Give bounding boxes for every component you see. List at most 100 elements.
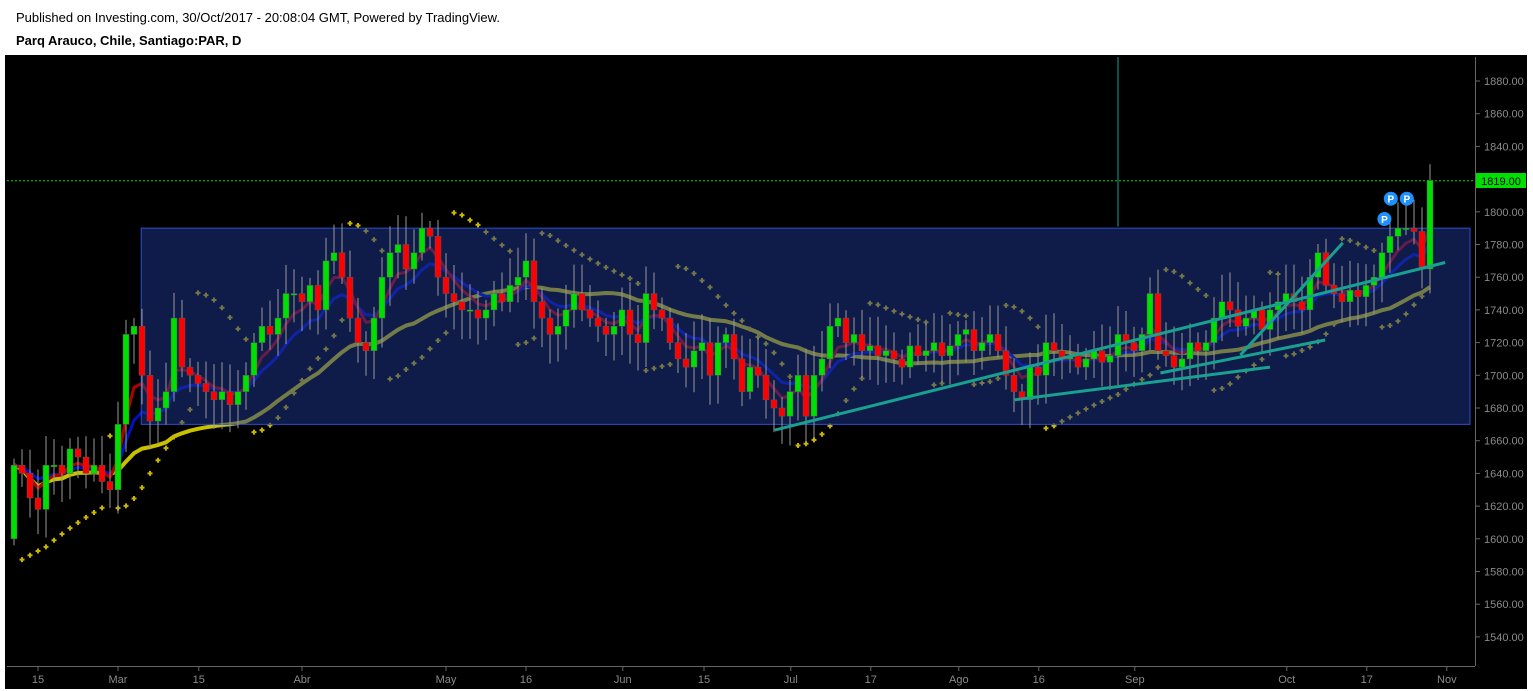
x-tick-label: 16 xyxy=(1033,674,1045,686)
candle-body xyxy=(1362,285,1370,298)
candle-body xyxy=(786,391,794,417)
candle-body xyxy=(466,309,474,312)
candle-body xyxy=(106,481,114,491)
candle-body xyxy=(58,464,66,474)
x-tick-label: Oct xyxy=(1278,674,1295,686)
x-tick-label: Ago xyxy=(949,674,969,686)
candle-body xyxy=(1186,342,1194,360)
candle-body xyxy=(1042,342,1050,376)
candle-body xyxy=(730,334,738,360)
candle-body xyxy=(1026,366,1034,401)
candle-body xyxy=(1130,342,1138,352)
candle-body xyxy=(714,342,722,376)
candle-body xyxy=(914,345,922,356)
candle-body xyxy=(562,309,570,327)
x-tick-label: 16 xyxy=(520,674,532,686)
candle-body xyxy=(202,383,210,392)
pattern-marker: P xyxy=(1399,191,1414,206)
candle-body xyxy=(34,497,42,510)
candle-body xyxy=(434,236,442,278)
candle-body xyxy=(1202,342,1210,352)
candle-body xyxy=(1242,317,1250,327)
candle-body xyxy=(1338,293,1346,302)
candle-body xyxy=(258,326,266,343)
x-tick-label: Jun xyxy=(614,674,632,686)
candle-body xyxy=(290,293,298,296)
candle-body xyxy=(666,317,674,343)
candle-body xyxy=(738,358,746,392)
candle-body xyxy=(282,293,290,319)
y-tick-label: 1560.00 xyxy=(1484,599,1524,611)
candle-body xyxy=(74,448,82,458)
candle-body xyxy=(26,473,34,499)
candle-body xyxy=(594,317,602,327)
candle-body xyxy=(314,285,322,311)
candle-body xyxy=(1402,227,1410,230)
candle-body xyxy=(698,342,706,352)
candle-body xyxy=(250,342,258,376)
candle-body xyxy=(546,317,554,335)
candle-body xyxy=(1418,231,1426,270)
candle-body xyxy=(962,329,970,335)
marker-label: P xyxy=(1387,195,1394,206)
candle xyxy=(10,458,18,546)
candle-body xyxy=(1034,366,1042,376)
candle-body xyxy=(386,252,394,278)
candle-body xyxy=(370,317,378,352)
candle-body xyxy=(490,293,498,311)
candle-body xyxy=(338,252,346,278)
candle-body xyxy=(402,244,410,270)
x-tick-label: 17 xyxy=(1361,674,1373,686)
candle-body xyxy=(834,317,842,327)
candle-body xyxy=(1010,375,1018,392)
candle-body xyxy=(514,276,522,286)
price-chart[interactable]: PP P 1540.001560.001580.001600.001620.001… xyxy=(0,0,1533,691)
candle-body xyxy=(226,391,234,405)
y-tick-label: 1620.00 xyxy=(1484,501,1524,513)
candle-body xyxy=(10,464,18,540)
candle-body xyxy=(1082,358,1090,368)
x-tick-label: 15 xyxy=(193,674,205,686)
candle-body xyxy=(82,456,90,474)
candle-body xyxy=(1426,180,1434,270)
x-tick-label: 15 xyxy=(32,674,44,686)
y-tick-label: 1740.00 xyxy=(1484,305,1524,317)
candle-body xyxy=(42,464,50,510)
candle-body xyxy=(362,342,370,352)
y-tick-label: 1800.00 xyxy=(1484,207,1524,219)
candle-body xyxy=(970,329,978,352)
candle-body xyxy=(1354,290,1362,298)
y-tick-label: 1580.00 xyxy=(1484,567,1524,579)
candle-body xyxy=(146,375,154,422)
candle-body xyxy=(18,464,26,474)
y-tick-label: 1600.00 xyxy=(1484,534,1524,546)
y-tick-label: 1660.00 xyxy=(1484,436,1524,448)
candle-body xyxy=(602,326,610,335)
candle-body xyxy=(114,424,122,491)
candle-body xyxy=(154,407,162,422)
candle-body xyxy=(274,317,282,335)
candle-body xyxy=(418,227,426,253)
candle-body xyxy=(762,375,770,401)
candle-body xyxy=(1226,301,1234,311)
x-tick-label: May xyxy=(436,674,457,686)
candle-body xyxy=(1074,355,1082,368)
candle-body xyxy=(378,276,386,319)
candle-body xyxy=(954,334,962,347)
candle-body xyxy=(522,260,530,278)
candle-body xyxy=(530,260,538,302)
candle-body xyxy=(194,375,202,384)
candle-body xyxy=(242,375,250,392)
candle-body xyxy=(346,276,354,319)
candle-body xyxy=(802,375,810,417)
candle-body xyxy=(538,301,546,319)
candle-body xyxy=(186,366,194,376)
candle-body xyxy=(330,252,338,262)
y-tick-label: 1540.00 xyxy=(1484,632,1524,644)
candle-body xyxy=(578,293,586,311)
candle-body xyxy=(450,293,458,302)
pattern-marker: P xyxy=(1383,191,1398,206)
candle-body xyxy=(722,334,730,343)
candle-body xyxy=(1346,290,1354,302)
candle-body xyxy=(930,342,938,352)
